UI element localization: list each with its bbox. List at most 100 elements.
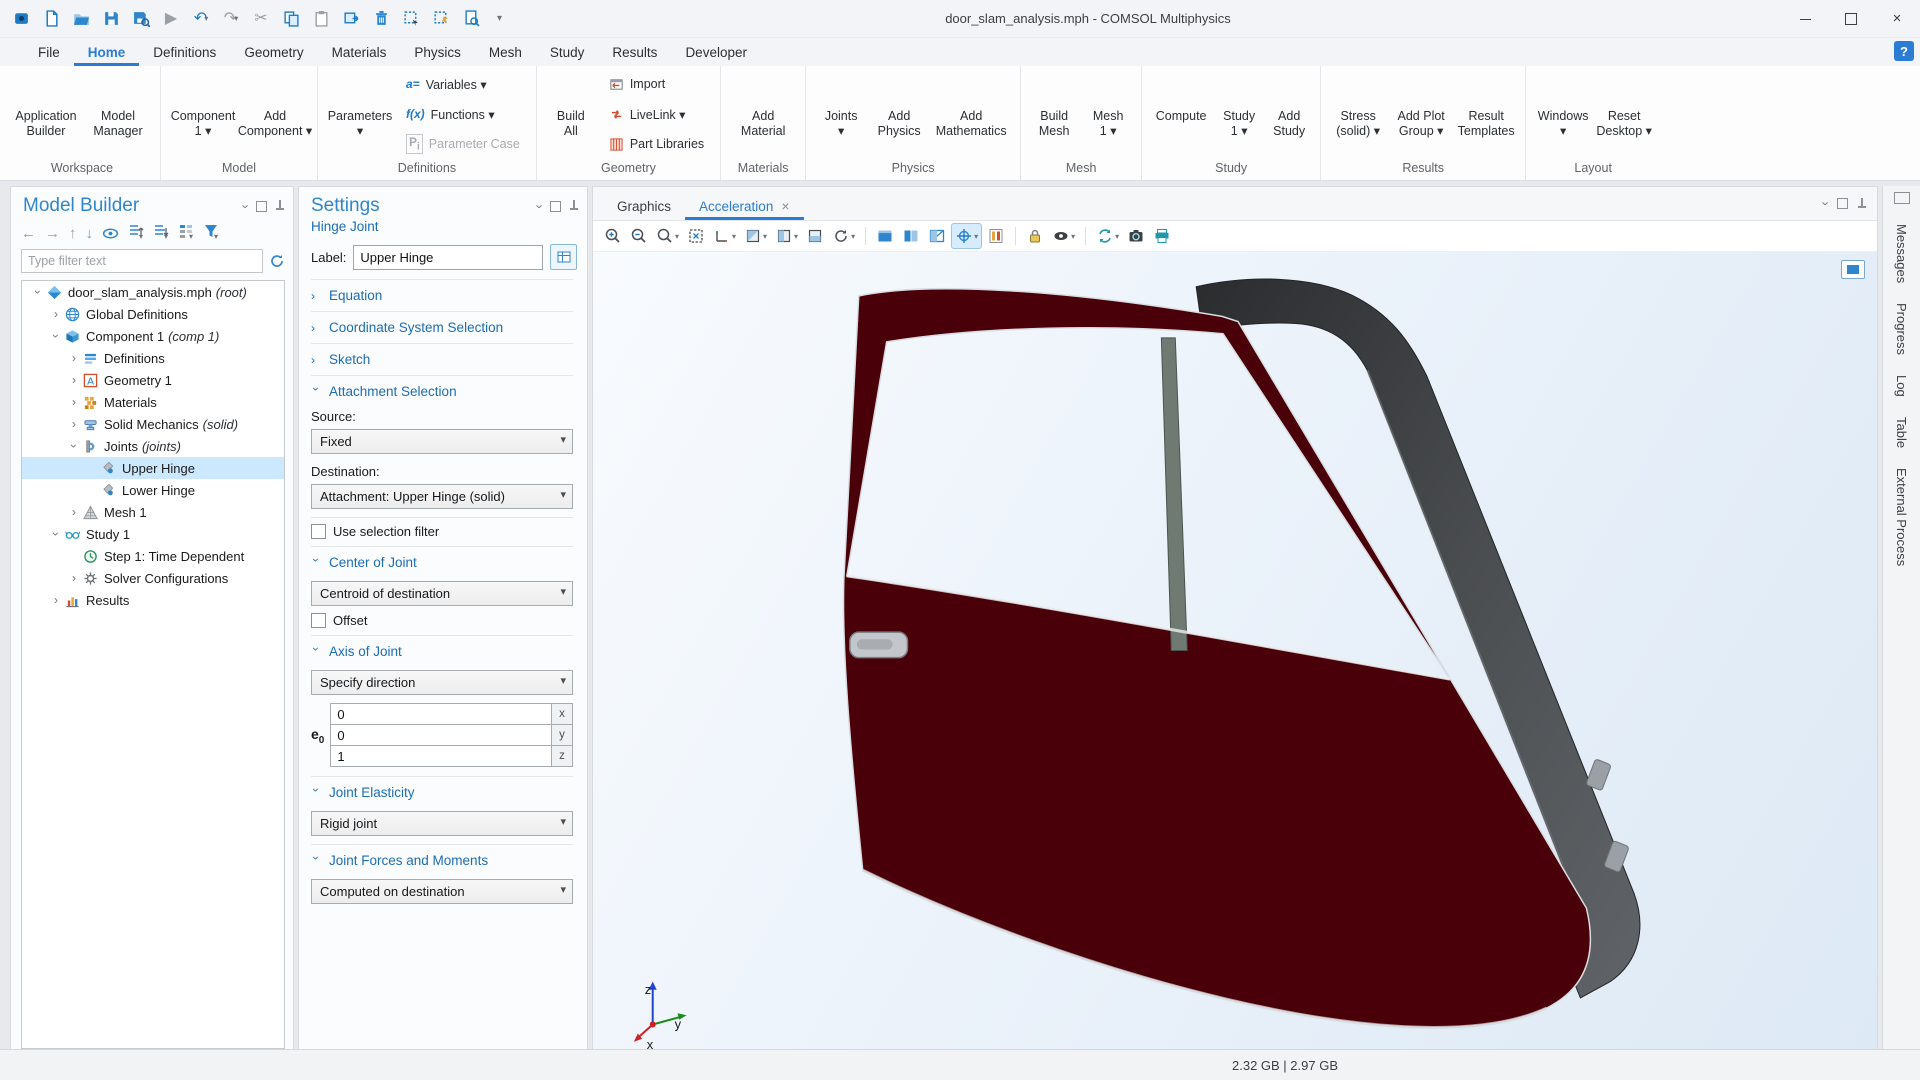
tab-study[interactable]: Study [536,41,599,66]
component-1-button[interactable]: Component1 ▾ [167,70,239,158]
model-tree-nodes-icon[interactable]: ▾ [178,223,194,243]
undo-icon[interactable]: ↶▾ [188,6,214,32]
functions-button[interactable]: f(x)Functions ▾ [400,102,526,126]
open-file-icon[interactable] [68,6,94,32]
collapse-all-icon[interactable]: ▾ [128,223,144,243]
refresh-icon[interactable] [269,253,285,269]
section-attachment-selection[interactable]: ›Attachment Selection [299,377,587,406]
zoom-out-icon[interactable] [627,224,651,248]
tree-item-joints[interactable]: › Joints(joints) [22,435,284,457]
tree-item-global-definitions[interactable]: › Global Definitions [22,303,284,325]
tab-mesh[interactable]: Mesh [475,41,536,66]
section-center-of-joint[interactable]: ›Center of Joint [299,548,587,577]
livelink-button[interactable]: LiveLink ▾ [603,102,710,126]
add-plot-group-button[interactable]: Add PlotGroup ▾ [1389,70,1453,158]
run-icon[interactable]: ▶ [158,6,184,32]
graphics-float-icon[interactable] [1837,198,1848,209]
transparency-toggle[interactable] [925,224,949,248]
stress-solid-button[interactable]: Stress(solid) ▾ [1327,70,1389,158]
result-templates-button[interactable]: ResultTemplates [1453,70,1519,158]
tab-developer[interactable]: Developer [671,41,761,66]
snapshot-icon[interactable] [1124,224,1148,248]
reset-desktop-button[interactable]: ResetDesktop ▾ [1594,70,1654,158]
add-component-button[interactable]: AddComponent ▾ [239,70,311,158]
minimize-button[interactable] [1782,0,1828,37]
tree-item-component-1[interactable]: › Component 1(comp 1) [22,325,284,347]
clear-selection-icon[interactable] [428,6,454,32]
tree-item-solid-mechanics[interactable]: › Solid Mechanics(solid) [22,413,284,435]
axis-z-input[interactable] [330,745,552,767]
paste-icon[interactable] [308,6,334,32]
study-1-button[interactable]: Study1 ▾ [1214,70,1264,158]
settings-pin-icon[interactable] [569,200,579,212]
build-all-button[interactable]: BuildAll [543,70,599,158]
compute-button[interactable]: Compute [1148,70,1214,158]
axis-direction-dropdown[interactable]: Specify direction [311,670,573,695]
center-of-joint-dropdown[interactable]: Centroid of destination [311,581,573,606]
cut-icon[interactable]: ✂ [248,6,274,32]
scene-appearance-icon[interactable]: ▾ [1049,224,1078,248]
add-study-button[interactable]: AddStudy [1264,70,1314,158]
section-joint-elasticity[interactable]: ›Joint Elasticity [299,778,587,807]
view-zx-icon[interactable] [803,224,827,248]
parameter-case-button[interactable]: PiParameter Case [400,132,526,156]
tree-item-mesh-1[interactable]: › Mesh 1 [22,501,284,523]
add-material-button[interactable]: AddMaterial [727,70,799,158]
tab-graphics[interactable]: Graphics [603,193,685,220]
graphics-pin-icon[interactable] [1857,198,1867,210]
graphics-context-button[interactable] [1841,260,1865,279]
offset-checkbox[interactable]: Offset [299,613,587,634]
tree-item-step-1[interactable]: Step 1: Time Dependent [22,545,284,567]
material-color-toggle[interactable] [899,224,923,248]
back-icon[interactable]: ← [21,225,36,242]
close-button[interactable]: × [1874,0,1920,37]
tree-filter-input[interactable] [21,249,263,273]
build-mesh-button[interactable]: BuildMesh [1027,70,1081,158]
delete-icon[interactable] [368,6,394,32]
zoom-in-icon[interactable] [601,224,625,248]
tab-materials[interactable]: Materials [318,41,401,66]
tree-item-solver-configurations[interactable]: › Solver Configurations [22,567,284,589]
move-down-icon[interactable]: ↓ [86,225,94,242]
parameters-button[interactable]: Pi Parameters▾ [324,70,396,158]
part-libraries-button[interactable]: Part Libraries [603,132,710,156]
destination-dropdown[interactable]: Attachment: Upper Hinge (solid) [311,484,573,509]
tree-item-upper-hinge[interactable]: Upper Hinge [22,457,284,479]
tree-item-geometry-1[interactable]: › A Geometry 1 [22,369,284,391]
refresh-view-icon[interactable]: ▾ [829,224,858,248]
tree-item-lower-hinge[interactable]: Lower Hinge [22,479,284,501]
panel-menu-icon[interactable]: › [238,204,253,208]
use-selection-filter-checkbox[interactable]: Use selection filter [299,519,587,545]
tree-item-definitions[interactable]: › Definitions [22,347,284,369]
save-as-icon[interactable] [128,6,154,32]
settings-menu-icon[interactable]: › [532,204,547,208]
close-tab-icon[interactable]: × [781,198,789,214]
save-icon[interactable] [98,6,124,32]
model-manager-button[interactable]: ModelManager [82,70,154,158]
label-input[interactable] [353,245,543,270]
section-equation[interactable]: ›Equation [299,281,587,310]
redo-icon[interactable]: ↷▾ [218,6,244,32]
zoom-box-icon[interactable]: ▾ [653,224,682,248]
expand-all-icon[interactable]: ▾ [153,223,169,243]
section-coordinate-system[interactable]: ›Coordinate System Selection [299,313,587,342]
tab-physics[interactable]: Physics [400,41,475,66]
lock-view-icon[interactable] [1023,224,1047,248]
side-panel-menu-icon[interactable] [1894,192,1910,204]
axis-y-input[interactable] [330,724,552,746]
forward-icon[interactable]: → [45,225,60,242]
rename-button[interactable] [550,244,577,270]
application-builder-button[interactable]: A ApplicationBuilder [10,70,82,158]
tab-home[interactable]: Home [74,41,140,66]
variables-button[interactable]: a=Variables ▾ [400,72,526,96]
select-box-icon[interactable] [398,6,424,32]
section-axis-of-joint[interactable]: ›Axis of Joint [299,637,587,666]
section-joint-forces[interactable]: ›Joint Forces and Moments [299,846,587,875]
selection-appearance-toggle[interactable]: ▾ [951,223,982,249]
move-up-icon[interactable]: ↑ [69,225,77,242]
copy-icon[interactable] [278,6,304,32]
joints-button[interactable]: Joints▾ [812,70,870,158]
duplicate-icon[interactable] [338,6,364,32]
maximize-button[interactable] [1828,0,1874,37]
tree-item-materials[interactable]: › Materials [22,391,284,413]
